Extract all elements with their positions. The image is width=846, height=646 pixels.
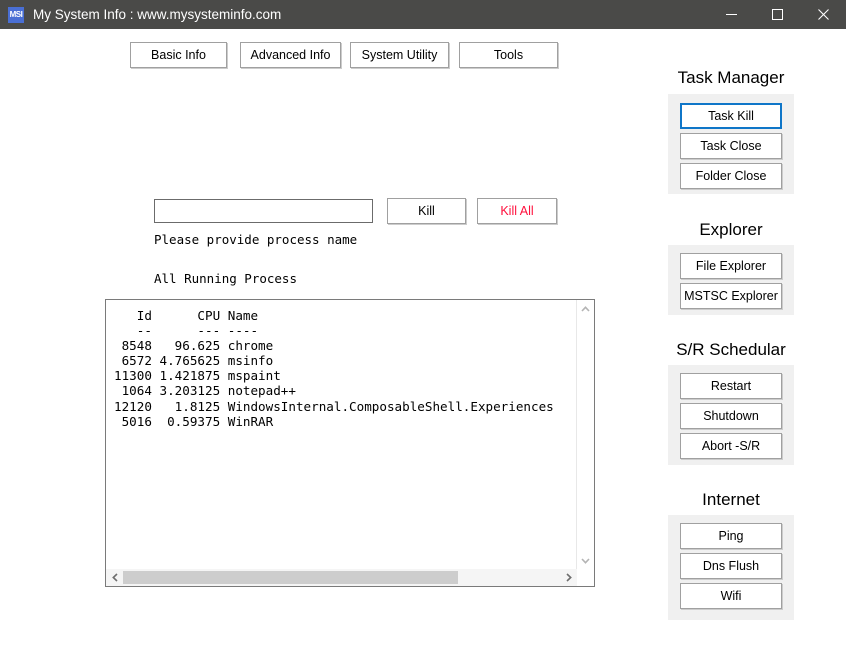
horizontal-scrollbar[interactable] [106,569,577,586]
sidebar-button-shutdown[interactable]: Shutdown [680,403,782,429]
tab-advanced-info[interactable]: Advanced Info [240,42,341,68]
sidebar-button-ping[interactable]: Ping [680,523,782,549]
msi-app-icon: MSI [8,6,24,23]
chevron-left-icon [111,573,118,582]
process-name-input[interactable] [154,199,373,223]
scroll-left-button[interactable] [106,569,123,586]
maximize-icon [771,9,783,20]
kill-all-button[interactable]: Kill All [477,198,557,224]
process-list-box[interactable]: Id CPU Name -- --- ---- 8548 96.625 chro… [105,299,595,587]
process-list-content: Id CPU Name -- --- ---- 8548 96.625 chro… [114,308,554,429]
minimize-icon [725,14,737,15]
kill-button[interactable]: Kill [387,198,466,224]
sidebar-button-file-explorer[interactable]: File Explorer [680,253,782,279]
sidebar-button-abort-s-r[interactable]: Abort -S/R [680,433,782,459]
sidebar-group-title-task-manager: Task Manager [677,68,785,87]
sidebar-group-panel-sr-schedular: Restart Shutdown Abort -S/R [668,365,794,465]
sidebar-group-panel-task-manager: Task Kill Task Close Folder Close [668,94,794,194]
close-button[interactable] [800,0,846,29]
scrollbar-corner [577,569,594,586]
scroll-right-button[interactable] [560,569,577,586]
tab-system-utility[interactable]: System Utility [350,42,449,68]
sidebar-button-dns-flush[interactable]: Dns Flush [680,553,782,579]
title-bar: MSI My System Info : www.mysysteminfo.co… [0,0,846,29]
sidebar-group-title-sr-schedular: S/R Schedular [676,340,786,359]
window-controls [708,0,846,29]
sidebar-button-task-close[interactable]: Task Close [680,133,782,159]
sidebar-button-wifi[interactable]: Wifi [680,583,782,609]
sidebar-button-folder-close[interactable]: Folder Close [680,163,782,189]
sidebar-group-panel-internet: Ping Dns Flush Wifi [668,515,794,620]
scroll-down-button[interactable] [577,552,594,569]
maximize-button[interactable] [754,0,800,29]
chevron-right-icon [565,573,572,582]
minimize-button[interactable] [708,0,754,29]
chevron-down-icon [581,557,590,564]
sidebar-group-title-explorer: Explorer [699,220,763,239]
scroll-up-button[interactable] [577,300,594,317]
running-process-caption: All Running Process [154,271,297,286]
window-title: My System Info : www.mysysteminfo.com [33,7,282,22]
horizontal-scroll-thumb[interactable] [123,571,458,584]
vertical-scrollbar[interactable] [576,300,594,569]
sidebar-button-restart[interactable]: Restart [680,373,782,399]
tab-tools[interactable]: Tools [459,42,558,68]
sidebar-button-mstsc-explorer[interactable]: MSTSC Explorer [680,283,782,309]
sidebar-group-title-internet: Internet [702,490,760,509]
close-icon [817,9,829,20]
process-name-hint: Please provide process name [154,232,358,247]
tab-basic-info[interactable]: Basic Info [130,42,227,68]
chevron-up-icon [581,305,590,312]
sidebar-group-panel-explorer: File Explorer MSTSC Explorer [668,245,794,315]
sidebar-button-task-kill[interactable]: Task Kill [680,103,782,129]
